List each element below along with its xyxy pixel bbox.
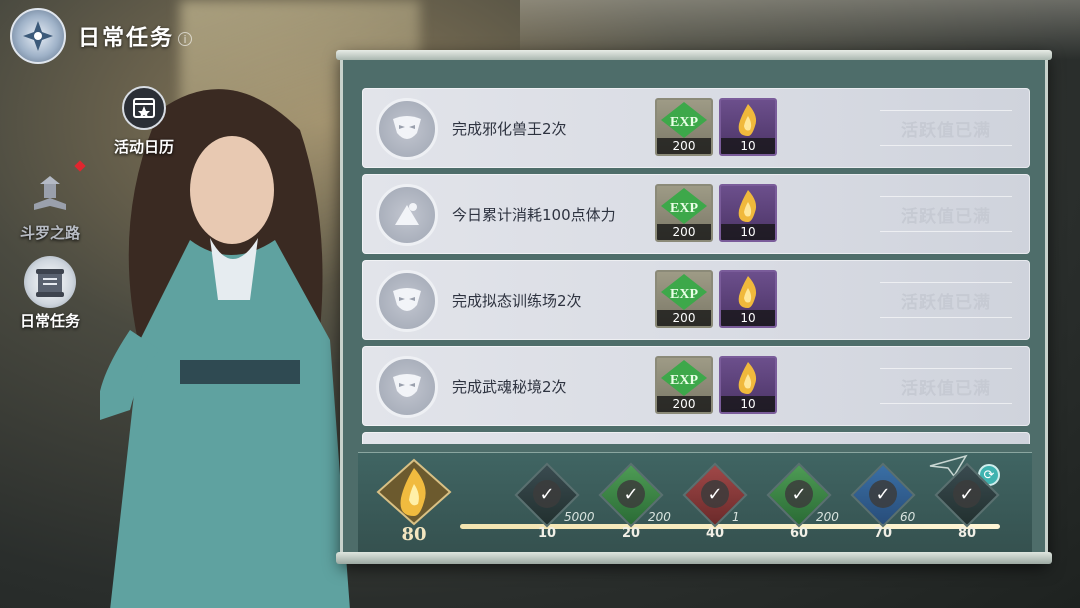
milestone-20[interactable]: ✓ 200 20 [598, 462, 671, 548]
milestone-60[interactable]: ✓ 200 60 [766, 462, 839, 548]
svg-text:EXP: EXP [670, 287, 698, 302]
milestone-threshold: 80 [957, 526, 977, 541]
activity-amount: 10 [721, 138, 775, 154]
milestone-amount: 200 [648, 510, 671, 524]
milestone-amount: 200 [816, 510, 839, 524]
scroll-icon [24, 256, 76, 308]
task-row-partial [362, 432, 1030, 444]
milestone-threshold: 40 [705, 526, 725, 541]
task-description: 今日累计消耗100点体力 [452, 206, 616, 224]
activity-reward[interactable]: 10 [719, 184, 777, 242]
activity-flame-icon [738, 276, 757, 308]
task-list[interactable]: 完成邪化兽王2次 EXP 200 10 活跃值已满 今日累计消耗100点体力 E… [362, 88, 1030, 444]
activity-flame-icon [738, 190, 757, 222]
scroll-rod-bottom [336, 552, 1052, 564]
task-row: 今日累计消耗100点体力 EXP 200 10 活跃值已满 [362, 174, 1030, 254]
task-row: 完成拟态训练场2次 EXP 200 10 活跃值已满 [362, 260, 1030, 340]
activity-reward[interactable]: 10 [719, 270, 777, 328]
exp-reward[interactable]: EXP 200 [655, 98, 713, 156]
task-row: 完成武魂秘境2次 EXP 200 10 活跃值已满 [362, 346, 1030, 426]
exp-icon: EXP [661, 274, 707, 310]
exp-amount: 200 [657, 224, 711, 240]
exp-reward[interactable]: EXP 200 [655, 356, 713, 414]
nav-item-activity-calendar[interactable]: 活动日历 [94, 82, 194, 157]
status-button[interactable]: 活跃值已满 [880, 110, 1012, 146]
activity-flame-icon [738, 362, 757, 394]
compass-emblem-icon[interactable] [10, 8, 66, 64]
milestone-threshold: 10 [537, 526, 557, 541]
activity-reward[interactable]: 10 [719, 356, 777, 414]
beast-mask-icon [376, 356, 438, 418]
activity-flame-icon [738, 104, 757, 136]
activity-reward[interactable]: 10 [719, 98, 777, 156]
milestone-amount: 60 [900, 510, 916, 524]
exp-amount: 200 [657, 310, 711, 326]
beast-mask-icon [376, 98, 438, 160]
exp-icon: EXP [661, 102, 707, 138]
milestone-70[interactable]: ✓ 60 70 [850, 462, 916, 548]
exp-reward[interactable]: EXP 200 [655, 270, 713, 328]
activity-amount: 10 [721, 310, 775, 326]
check-icon: ✓ [533, 480, 561, 508]
exp-icon: EXP [661, 360, 707, 396]
status-button[interactable]: 活跃值已满 [880, 196, 1012, 232]
milestone-80[interactable]: ✓ 80 [934, 462, 1000, 548]
task-description: 完成拟态训练场2次 [452, 292, 582, 310]
milestone-amount: 5000 [564, 510, 595, 524]
status-button[interactable]: 活跃值已满 [880, 368, 1012, 404]
check-icon: ✓ [617, 480, 645, 508]
milestone-10[interactable]: ✓ 5000 10 [514, 462, 595, 548]
milestone-threshold: 20 [621, 526, 641, 541]
check-icon: ✓ [785, 480, 813, 508]
milestone-40[interactable]: ✓ 1 40 [682, 462, 748, 548]
beast-mask-icon [376, 270, 438, 332]
activity-amount: 10 [721, 224, 775, 240]
check-icon: ✓ [869, 480, 897, 508]
milestone-threshold: 70 [873, 526, 893, 541]
task-description: 完成武魂秘境2次 [452, 378, 567, 396]
stamina-icon [376, 184, 438, 246]
activity-amount: 10 [721, 396, 775, 412]
calendar-star-icon [118, 82, 170, 134]
nav-item-douluo-road[interactable]: 斗罗之路 [0, 168, 100, 243]
task-row: 完成邪化兽王2次 EXP 200 10 活跃值已满 [362, 88, 1030, 168]
nav-item-label: 斗罗之路 [19, 224, 80, 242]
milestone-amount: 1 [732, 510, 740, 524]
svg-text:EXP: EXP [670, 373, 698, 388]
scroll-rod-top [336, 50, 1052, 60]
check-icon: ✓ [953, 480, 981, 508]
info-icon[interactable]: i [178, 32, 193, 46]
milestone-threshold: 60 [789, 526, 809, 541]
task-description: 完成邪化兽王2次 [452, 120, 567, 138]
activity-points-value: 80 [401, 524, 427, 545]
nav-item-daily-tasks[interactable]: 日常任务 [0, 256, 100, 331]
exp-icon: EXP [661, 188, 707, 224]
nav-item-label: 活动日历 [113, 138, 174, 156]
status-button[interactable]: 活跃值已满 [880, 282, 1012, 318]
book-pagoda-icon [24, 168, 76, 220]
exp-amount: 200 [657, 138, 711, 154]
page-header: 日常任务 i [10, 8, 193, 64]
svg-text:EXP: EXP [670, 201, 698, 216]
svg-text:EXP: EXP [670, 115, 698, 130]
check-icon: ✓ [701, 480, 729, 508]
nav-item-label: 日常任务 [19, 312, 80, 330]
exp-amount: 200 [657, 396, 711, 412]
page-title: 日常任务 [78, 25, 175, 51]
exp-reward[interactable]: EXP 200 [655, 184, 713, 242]
